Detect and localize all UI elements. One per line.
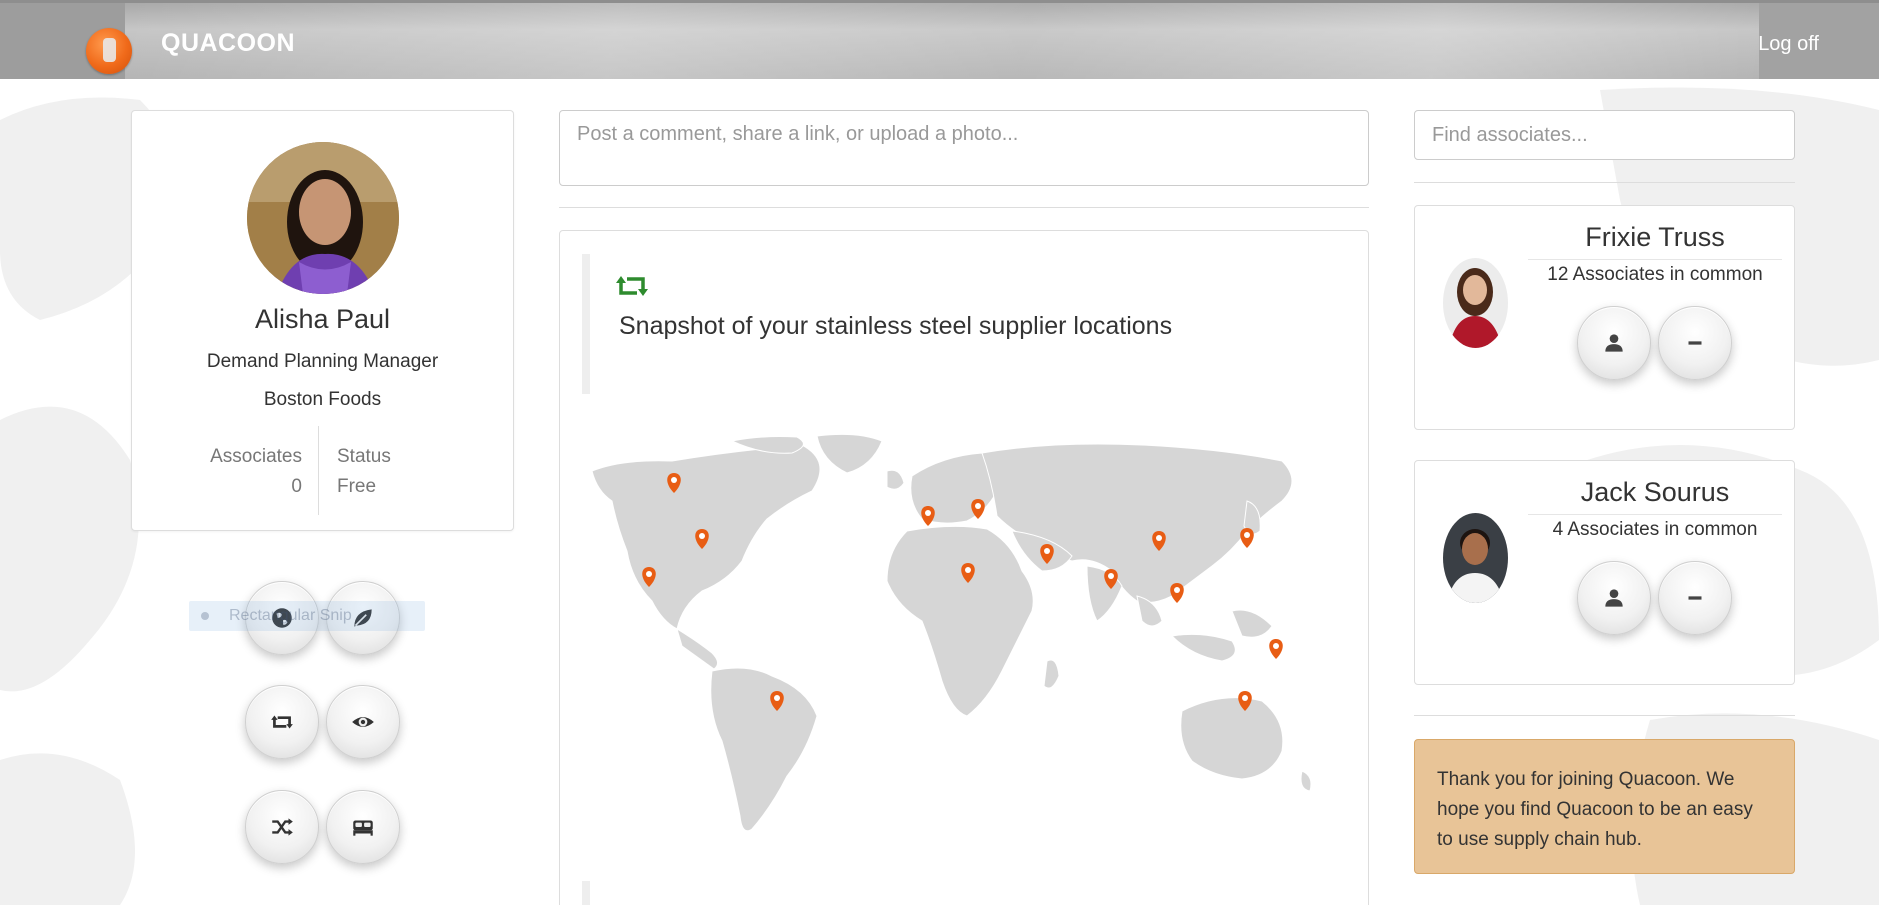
quote-bar — [582, 254, 590, 394]
map-pin-icon — [1269, 639, 1283, 659]
suggestion-name[interactable]: Frixie Truss — [1528, 222, 1782, 260]
divider — [559, 207, 1369, 208]
suggestion-card: Frixie Truss 12 Associates in common — [1414, 205, 1795, 430]
navbar-texture — [125, 3, 1760, 79]
find-associates-input[interactable]: Find associates... — [1414, 110, 1795, 160]
top-navbar: QUACOON Log off — [0, 0, 1879, 79]
map-pin-icon — [1170, 583, 1184, 603]
add-associate-button[interactable] — [1577, 306, 1651, 380]
avatar-photo-icon — [247, 142, 399, 294]
common-associates: 12 Associates in common — [1547, 264, 1763, 285]
bed-button[interactable] — [326, 790, 400, 864]
snip-tooltip: Rectangular Snip — [189, 601, 425, 631]
quacoon-logo-icon[interactable] — [86, 28, 132, 74]
post-composer-input[interactable]: Post a comment, share a link, or upload … — [559, 110, 1369, 186]
add-associate-button[interactable] — [1577, 561, 1651, 635]
retweet-button[interactable] — [245, 685, 319, 759]
associates-label: Associates — [210, 446, 302, 467]
suggestion-avatar[interactable] — [1443, 258, 1508, 348]
profile-name[interactable]: Alisha Paul — [132, 304, 513, 335]
profile-card: Alisha Paul Demand Planning Manager Bost… — [131, 110, 514, 531]
eye-button[interactable] — [326, 685, 400, 759]
suggestion-avatar[interactable] — [1443, 513, 1508, 603]
divider — [1414, 715, 1795, 716]
bed-icon — [353, 820, 373, 836]
stat-divider — [318, 426, 319, 515]
logoff-link[interactable]: Log off — [1758, 33, 1819, 56]
shuffle-icon — [272, 818, 293, 836]
minus-icon — [1688, 341, 1702, 345]
avatar-photo-icon — [1443, 258, 1508, 348]
user-icon — [1605, 334, 1623, 352]
status-value: Free — [337, 476, 377, 497]
profile-title: Demand Planning Manager — [206, 351, 439, 372]
map-pin-icon — [1240, 528, 1254, 548]
divider — [1414, 182, 1795, 183]
user-icon — [1605, 589, 1623, 607]
suggestion-name[interactable]: Jack Sourus — [1528, 477, 1782, 515]
profile-company: Boston Foods — [263, 389, 382, 410]
status-label: Status — [337, 446, 391, 467]
avatar-photo-icon — [1443, 513, 1508, 603]
profile-avatar[interactable] — [247, 142, 399, 294]
map-pin-icon — [921, 506, 935, 526]
common-associates: 4 Associates in common — [1552, 519, 1758, 540]
suggestion-card: Jack Sourus 4 Associates in common — [1414, 460, 1795, 685]
associates-count: 0 — [291, 476, 302, 497]
shuffle-button[interactable] — [245, 790, 319, 864]
feed-item-text[interactable]: Snapshot of your stainless steel supplie… — [619, 312, 1172, 341]
eye-icon — [352, 717, 374, 727]
supplier-world-map[interactable] — [582, 431, 1362, 861]
dismiss-suggestion-button[interactable] — [1658, 306, 1732, 380]
brand-name[interactable]: QUACOON — [161, 29, 295, 58]
minus-icon — [1688, 596, 1702, 600]
feed-card: Snapshot of your stainless steel supplie… — [559, 230, 1369, 905]
retweet-icon — [616, 276, 648, 296]
retweet-icon — [271, 715, 293, 729]
dismiss-suggestion-button[interactable] — [1658, 561, 1732, 635]
welcome-notice: Thank you for joining Quacoon. We hope y… — [1414, 739, 1795, 874]
quote-bar — [582, 881, 590, 905]
